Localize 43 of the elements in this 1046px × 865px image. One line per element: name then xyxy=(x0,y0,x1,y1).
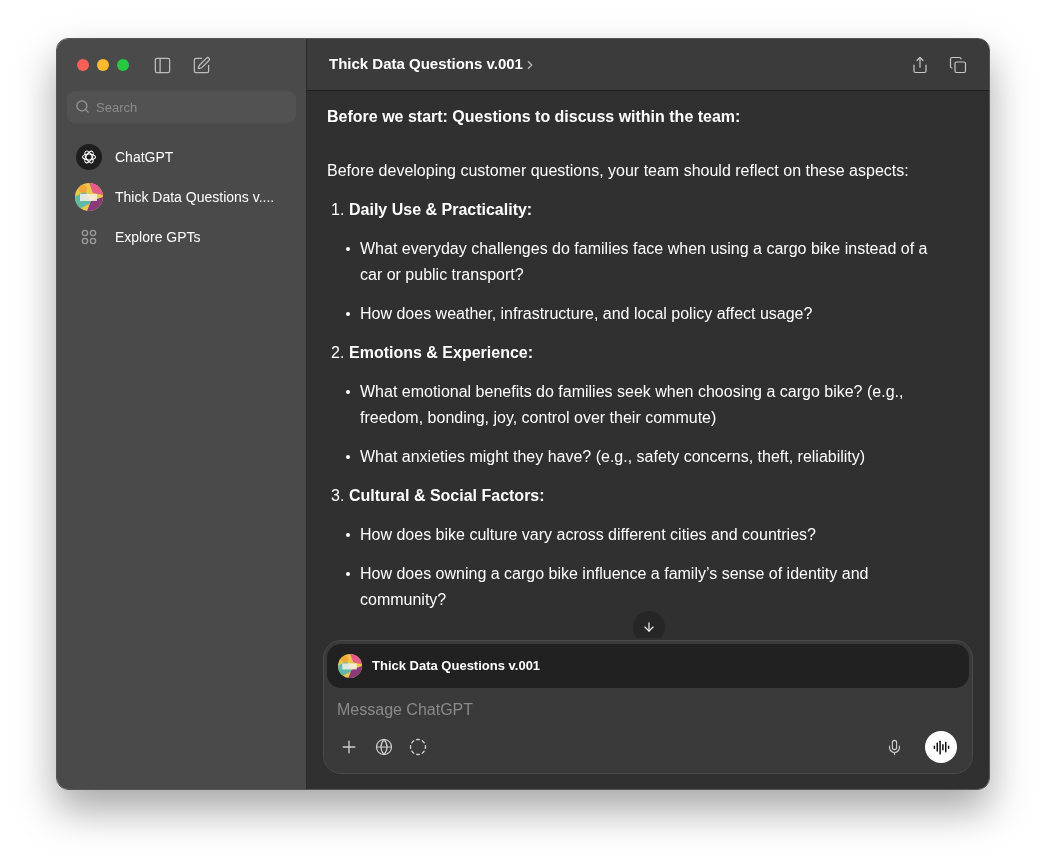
message-heading: Before we start: Questions to discuss within the team: xyxy=(327,107,742,127)
bullet-icon xyxy=(346,390,350,394)
close-button[interactable] xyxy=(77,59,89,71)
microphone-icon[interactable] xyxy=(886,738,903,756)
grid-icon xyxy=(80,228,98,246)
sidebar-toggle-icon[interactable] xyxy=(153,55,172,75)
arrow-down-icon xyxy=(642,620,656,634)
bullet-icon xyxy=(346,455,350,459)
minimize-button[interactable] xyxy=(97,59,109,71)
chat-title[interactable]: Thick Data Questions v.001 xyxy=(329,53,537,76)
sidebar-item[interactable]: Thick Data Questions v.... xyxy=(57,177,306,217)
bullet-text: What anxieties might they have? (e.g., safety concerns, theft, reliability) xyxy=(360,447,866,467)
bullet-text: What everyday challenges do families face when using a cargo bike instead of a car or public transport? xyxy=(360,239,929,285)
waveform-icon xyxy=(932,738,950,756)
new-chat-icon[interactable] xyxy=(192,55,211,75)
bullet-text: How does owning a cargo bike influence a family’s sense of identity and community? xyxy=(360,564,870,610)
search-field[interactable]: Search xyxy=(67,91,296,123)
section-title: Emotions & Experience: xyxy=(349,343,534,363)
sidebar-item[interactable]: Explore GPTs xyxy=(57,217,306,257)
sidebar-item[interactable]: ChatGPT xyxy=(57,137,306,177)
globe-icon[interactable] xyxy=(375,738,393,756)
bullet-icon xyxy=(346,247,350,251)
share-icon[interactable] xyxy=(911,55,929,74)
message-text: Before developing customer questions, your team should reflect on these aspects: xyxy=(327,161,910,181)
list-number: 3. xyxy=(331,486,346,506)
voice-button[interactable] xyxy=(925,731,957,763)
bullet-text: What emotional benefits do families seek when choosing a cargo bike? (e.g., freedom, bonding, joy, control over their commute) xyxy=(360,382,905,428)
section-title: Cultural & Social Factors: xyxy=(349,486,545,506)
list-number: 2. xyxy=(331,343,346,363)
bullet-icon xyxy=(346,312,350,316)
bullet-text: How does weather, infrastructure, and local policy affect usage? xyxy=(360,304,813,324)
bullet-text: How does bike culture vary across different cities and countries? xyxy=(360,525,816,545)
logo-icon xyxy=(76,144,102,170)
message-input[interactable]: Message ChatGPT xyxy=(337,696,937,724)
gpt-name: Thick Data Questions v.001 xyxy=(372,657,541,676)
copy-icon[interactable] xyxy=(949,55,967,74)
scroll-down-button[interactable] xyxy=(633,611,665,638)
bullet-icon xyxy=(346,533,350,537)
search-icon xyxy=(75,99,90,114)
section-title: Daily Use & Practicality: xyxy=(349,200,533,220)
maximize-button[interactable] xyxy=(117,59,129,71)
list-number: 1. xyxy=(331,200,346,220)
bullet-icon xyxy=(346,572,350,576)
